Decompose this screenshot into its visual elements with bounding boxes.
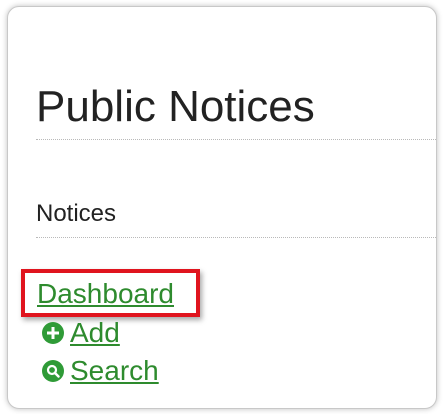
search-link[interactable]: Search: [70, 357, 159, 385]
search-circle-icon: [42, 360, 64, 382]
section-divider: [36, 237, 436, 238]
search-action[interactable]: Search: [42, 357, 159, 385]
title-divider: [36, 139, 436, 140]
section-label: Notices: [36, 200, 117, 227]
dashboard-link[interactable]: Dashboard: [37, 280, 174, 308]
add-action[interactable]: Add: [42, 319, 120, 347]
public-notices-panel: Public Notices Notices Dashboard Add Sea…: [7, 6, 437, 409]
plus-circle-icon: [42, 322, 64, 344]
dashboard-highlight: Dashboard: [21, 269, 200, 317]
panel-title: Public Notices: [36, 82, 315, 131]
add-link[interactable]: Add: [70, 319, 120, 347]
